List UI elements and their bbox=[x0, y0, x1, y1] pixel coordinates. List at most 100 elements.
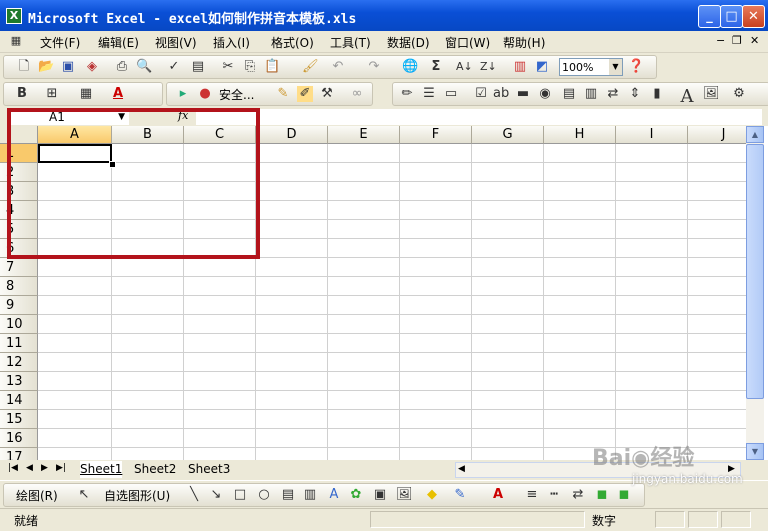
sheet-tab-3[interactable]: Sheet3 bbox=[188, 461, 230, 478]
chart-wizard-icon[interactable]: ▥ bbox=[512, 59, 528, 75]
font-color-icon[interactable]: A bbox=[110, 86, 126, 102]
run-icon[interactable]: ▸ bbox=[175, 86, 191, 102]
autoshapes-menu[interactable]: 自选图形(U) bbox=[104, 487, 170, 504]
listbox-icon[interactable]: ▤ bbox=[561, 86, 577, 102]
spin-button-icon[interactable]: ⇕ bbox=[627, 86, 643, 102]
design-mode-icon[interactable]: ✐ bbox=[297, 86, 313, 102]
scroll-down-icon[interactable]: ▼ bbox=[746, 443, 764, 460]
security-button[interactable]: 安全... bbox=[219, 86, 254, 103]
row-header-12[interactable]: 12 bbox=[0, 353, 38, 372]
3d-icon[interactable]: ◼ bbox=[616, 487, 632, 503]
option-button-icon[interactable]: ◉ bbox=[537, 86, 553, 102]
menu-window[interactable]: 窗口(W) bbox=[445, 34, 490, 51]
row-header-15[interactable]: 15 bbox=[0, 410, 38, 429]
hyperlink-icon[interactable]: 🌐 bbox=[402, 59, 418, 75]
menu-edit[interactable]: 编辑(E) bbox=[98, 34, 139, 51]
help-icon[interactable]: ❓ bbox=[628, 59, 644, 75]
checkbox-control-icon[interactable]: ☑ bbox=[473, 86, 489, 102]
row-header-10[interactable]: 10 bbox=[0, 315, 38, 334]
view-code-icon[interactable]: ▭ bbox=[443, 86, 459, 102]
column-header-f[interactable]: F bbox=[400, 126, 472, 144]
button-control-icon[interactable]: ▬ bbox=[515, 86, 531, 102]
row-header-9[interactable]: 9 bbox=[0, 296, 38, 315]
spelling-icon[interactable]: ✓ bbox=[166, 59, 182, 75]
image-control-icon[interactable]: 🖼 bbox=[703, 86, 720, 102]
script-editor-icon[interactable]: ⚒ bbox=[319, 86, 335, 102]
combobox-icon[interactable]: ▥ bbox=[583, 86, 599, 102]
save-icon[interactable]: ▣ bbox=[60, 59, 76, 75]
copy-icon[interactable]: ⎘ bbox=[242, 59, 258, 75]
open-icon[interactable]: 📂 bbox=[38, 59, 54, 75]
vertical-scrollbar[interactable]: ▲ ▼ bbox=[746, 126, 764, 460]
paste-icon[interactable]: 📋 bbox=[264, 59, 280, 75]
row-header-13[interactable]: 13 bbox=[0, 372, 38, 391]
textbox-control-icon[interactable]: ab bbox=[493, 86, 509, 102]
column-header-g[interactable]: G bbox=[472, 126, 544, 144]
arrow-icon[interactable]: ↘ bbox=[208, 487, 224, 503]
first-sheet-icon[interactable]: |◀ bbox=[8, 463, 18, 473]
redo-icon[interactable]: ↷ bbox=[366, 59, 382, 75]
mdi-minimize-icon[interactable]: − bbox=[716, 34, 725, 47]
line-icon[interactable]: ╲ bbox=[186, 487, 202, 503]
label-control-icon[interactable]: A bbox=[679, 86, 695, 107]
oval-icon[interactable]: ○ bbox=[256, 487, 272, 503]
column-header-h[interactable]: H bbox=[544, 126, 616, 144]
column-header-j[interactable]: J bbox=[688, 126, 746, 144]
column-header-d[interactable]: D bbox=[256, 126, 328, 144]
menu-help[interactable]: 帮助(H) bbox=[503, 34, 545, 51]
next-sheet-icon[interactable]: ▶ bbox=[41, 463, 48, 473]
sort-descending-icon[interactable]: Z↓ bbox=[480, 59, 497, 75]
scroll-thumb[interactable] bbox=[746, 144, 764, 399]
diagram-icon[interactable]: ✿ bbox=[348, 487, 364, 503]
chevron-down-icon[interactable]: ▼ bbox=[609, 59, 622, 75]
chain-icon[interactable]: ∞ bbox=[349, 86, 365, 102]
close-button[interactable]: ✕ bbox=[742, 5, 765, 28]
select-objects-icon[interactable]: ↖ bbox=[76, 487, 92, 503]
record-icon[interactable]: ● bbox=[197, 86, 213, 102]
autosum-icon[interactable]: Σ bbox=[428, 59, 444, 75]
picture-icon[interactable]: 🖼 bbox=[396, 487, 413, 503]
line-style-icon[interactable]: ≡ bbox=[524, 487, 540, 503]
row-header-14[interactable]: 14 bbox=[0, 391, 38, 410]
minimize-button[interactable]: _ bbox=[698, 5, 721, 28]
sheet-tab-1[interactable]: Sheet1 bbox=[80, 461, 123, 478]
menu-data[interactable]: 数据(D) bbox=[387, 34, 430, 51]
sheet-tab-2[interactable]: Sheet2 bbox=[134, 461, 176, 478]
print-icon[interactable]: ⎙ bbox=[114, 59, 130, 75]
borders-icon[interactable]: ▦ bbox=[78, 86, 94, 102]
rectangle-icon[interactable]: □ bbox=[232, 487, 248, 503]
column-header-e[interactable]: E bbox=[328, 126, 400, 144]
row-header-17[interactable]: 17 bbox=[0, 448, 38, 460]
sort-ascending-icon[interactable]: A↓ bbox=[456, 59, 473, 75]
menu-format[interactable]: 格式(O) bbox=[271, 34, 314, 51]
formula-input[interactable] bbox=[196, 109, 762, 125]
mdi-restore-icon[interactable]: ❐ bbox=[732, 34, 742, 47]
fill-color-icon[interactable]: ◆ bbox=[424, 487, 440, 503]
format-painter-icon[interactable]: 🖌 bbox=[302, 59, 319, 75]
document-icon[interactable]: ▦ bbox=[8, 33, 24, 49]
menu-tools[interactable]: 工具(T) bbox=[330, 34, 371, 51]
last-sheet-icon[interactable]: ▶| bbox=[56, 463, 66, 473]
excel-app-icon[interactable]: X bbox=[6, 8, 22, 24]
scrollbar-control-icon[interactable]: ▮ bbox=[649, 86, 665, 102]
row-header-11[interactable]: 11 bbox=[0, 334, 38, 353]
properties-icon[interactable]: ☰ bbox=[421, 86, 437, 102]
arrow-style-icon[interactable]: ⇄ bbox=[570, 487, 586, 503]
undo-icon[interactable]: ↶ bbox=[330, 59, 346, 75]
vertical-textbox-icon[interactable]: ▥ bbox=[302, 487, 318, 503]
line-color-icon[interactable]: ✎ bbox=[452, 487, 468, 503]
menu-insert[interactable]: 插入(I) bbox=[213, 34, 250, 51]
new-icon[interactable]: 🗋 bbox=[16, 59, 32, 75]
permission-icon[interactable]: ◈ bbox=[84, 59, 100, 75]
wordart-icon[interactable]: A bbox=[326, 487, 342, 503]
toggle-button-icon[interactable]: ⇄ bbox=[605, 86, 621, 102]
textbox-icon[interactable]: ▤ bbox=[280, 487, 296, 503]
scroll-left-icon[interactable]: ◀ bbox=[458, 464, 465, 474]
clipart-icon[interactable]: ▣ bbox=[372, 487, 388, 503]
control-toolbox-icon[interactable]: ✎ bbox=[275, 86, 291, 102]
merge-center-icon[interactable]: ⊞ bbox=[44, 86, 60, 102]
menu-file[interactable]: 文件(F) bbox=[40, 34, 80, 51]
design-mode-pencil-icon[interactable]: ✏ bbox=[399, 86, 415, 102]
mdi-close-icon[interactable]: ✕ bbox=[750, 34, 759, 47]
row-header-16[interactable]: 16 bbox=[0, 429, 38, 448]
